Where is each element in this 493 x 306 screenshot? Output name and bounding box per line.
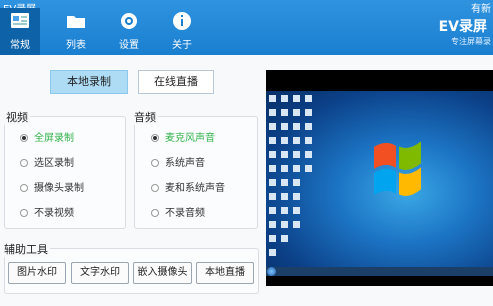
live-stream-button[interactable]: 在线直播 — [138, 70, 214, 94]
radio-icon — [151, 184, 159, 192]
folder-icon — [66, 11, 86, 31]
tab-settings[interactable]: 设置 — [109, 11, 149, 51]
audio-option-mic-and-system[interactable]: 麦和系统声音 — [151, 179, 225, 194]
start-orb-icon — [267, 267, 276, 276]
desktop-preview-image — [266, 91, 493, 276]
window-controls[interactable]: 有新 — [471, 0, 491, 15]
video-option-region[interactable]: 选区录制 — [20, 154, 74, 169]
info-icon — [172, 11, 192, 31]
local-live-button[interactable]: 本地直播 — [196, 262, 254, 284]
image-watermark-button[interactable]: 图片水印 — [8, 262, 66, 284]
radio-icon — [20, 159, 28, 167]
radio-icon — [20, 209, 28, 217]
radio-icon — [151, 159, 159, 167]
text-watermark-button[interactable]: 文字水印 — [71, 262, 129, 284]
tools-group-title: 辅助工具 — [2, 241, 50, 257]
audio-group-title: 音频 — [132, 109, 158, 125]
audio-option-mic[interactable]: 麦克风声音 — [151, 129, 215, 144]
radio-selected-icon — [20, 134, 28, 142]
tab-general[interactable]: 常规 — [0, 8, 40, 55]
screen-preview — [266, 70, 493, 286]
general-icon — [10, 11, 30, 31]
video-option-fullscreen[interactable]: 全屏录制 — [20, 129, 74, 144]
top-bar: EV录屏 有新 常规 列表 设置 关于 EV录屏 专注屏幕录 — [0, 0, 493, 55]
video-option-camera[interactable]: 摄像头录制 — [20, 179, 84, 194]
video-option-none[interactable]: 不录视频 — [20, 204, 74, 219]
audio-option-system[interactable]: 系统声音 — [151, 154, 205, 169]
tab-settings-label: 设置 — [119, 40, 139, 51]
desktop-icons — [269, 95, 421, 256]
brand-tagline: 专注屏幕录 — [451, 37, 491, 46]
tab-list-label: 列表 — [66, 40, 86, 51]
radio-selected-icon — [151, 134, 159, 142]
embed-camera-button[interactable]: 嵌入摄像头 — [133, 262, 192, 284]
local-record-button[interactable]: 本地录制 — [50, 70, 128, 94]
gear-icon — [119, 11, 139, 31]
tab-list[interactable]: 列表 — [56, 11, 96, 51]
audio-option-none[interactable]: 不录音频 — [151, 204, 205, 219]
tab-about-label: 关于 — [172, 40, 192, 51]
tab-about[interactable]: 关于 — [162, 11, 202, 51]
brand-name: EV录屏 — [438, 19, 487, 35]
tab-general-label: 常规 — [10, 40, 30, 51]
taskbar — [266, 267, 493, 276]
radio-icon — [20, 184, 28, 192]
video-group-title: 视频 — [4, 109, 30, 125]
radio-icon — [151, 209, 159, 217]
